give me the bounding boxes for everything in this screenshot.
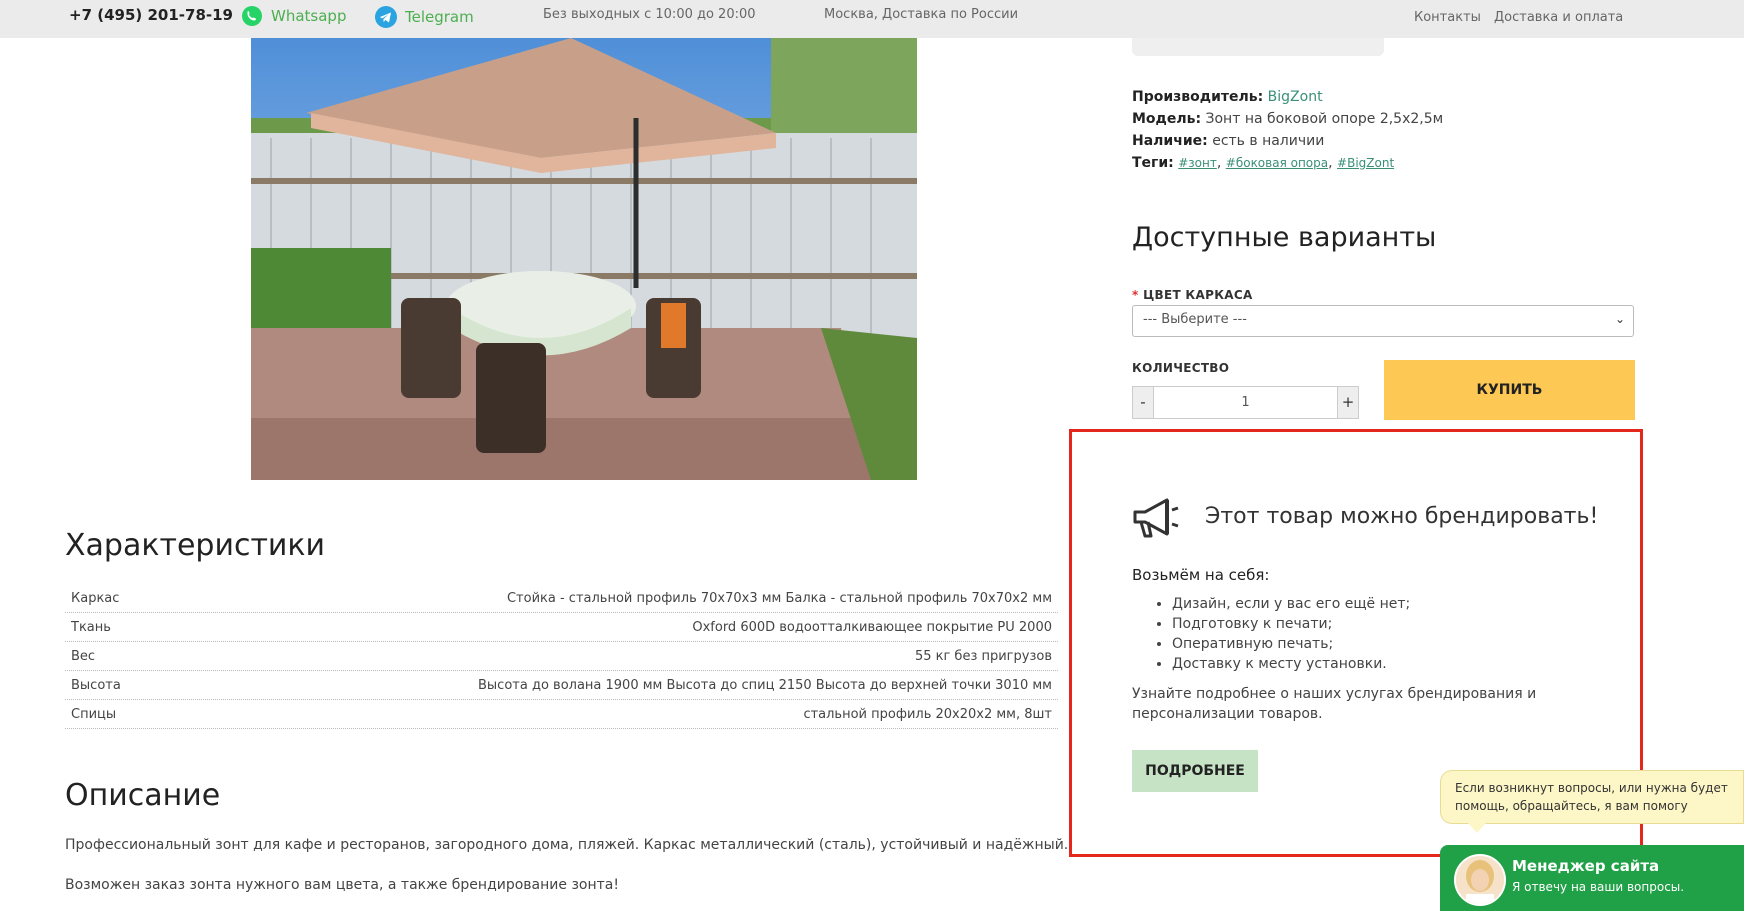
list-item: Доставку к месту установки. <box>1172 654 1410 674</box>
avatar <box>1454 854 1506 906</box>
frame-color-label-text: ЦВЕТ КАРКАСА <box>1143 288 1253 302</box>
megaphone-icon <box>1133 498 1179 538</box>
spec-name: Каркас <box>71 590 120 606</box>
top-bar: +7 (495) 201-78-19 Whatsapp Telegram Без… <box>0 0 1744 38</box>
whatsapp-link[interactable]: Whatsapp <box>240 4 346 28</box>
price-card-bottom <box>1132 38 1384 56</box>
branding-text: Узнайте подробнее о наших услугах бренди… <box>1132 686 1537 722</box>
tag-link[interactable]: #зонт <box>1178 156 1217 170</box>
more-button[interactable]: ПОДРОБНЕЕ <box>1132 750 1258 792</box>
required-mark: * <box>1132 288 1139 302</box>
telegram-icon <box>375 6 397 28</box>
quantity-input[interactable]: 1 <box>1153 387 1338 418</box>
chat-bubble-tail <box>1468 823 1486 833</box>
availability-value: есть в наличии <box>1212 133 1325 149</box>
telegram-link[interactable]: Telegram <box>374 5 474 29</box>
chat-subtitle: Я отвечу на ваши вопросы. <box>1512 880 1685 894</box>
working-hours: Без выходных с 10:00 до 20:00 <box>543 7 756 22</box>
table-row: Высота Высота до волана 1900 мм Высота д… <box>65 671 1058 700</box>
frame-color-label: * ЦВЕТ КАРКАСА <box>1132 288 1253 302</box>
model-label: Модель: <box>1132 111 1202 127</box>
table-row: Ткань Oxford 600D водоотталкивающее покр… <box>65 613 1058 642</box>
spec-name: Вес <box>71 648 96 664</box>
chevron-down-icon: ⌄ <box>1614 312 1625 326</box>
variants-title: Доступные варианты <box>1132 222 1437 253</box>
tag-link[interactable]: #BigZont <box>1337 156 1394 170</box>
description-title: Описание <box>65 778 221 813</box>
delivery-link[interactable]: Доставка и оплата <box>1494 10 1623 25</box>
manufacturer-row: Производитель: BigZont <box>1132 89 1323 105</box>
quantity-label: КОЛИЧЕСТВО <box>1132 361 1230 375</box>
umbrella-scene-image <box>251 38 917 480</box>
spec-value: стальной профиль 20х20х2 мм, 8шт <box>803 706 1052 722</box>
availability-row: Наличие: есть в наличии <box>1132 133 1324 149</box>
spec-name: Спицы <box>71 706 117 722</box>
tags-row: Теги: #зонт, #боковая опора, #BigZont <box>1132 155 1395 171</box>
product-photo[interactable] <box>251 38 917 480</box>
whatsapp-label: Whatsapp <box>271 7 347 25</box>
branding-list: Дизайн, если у вас его ещё нет; Подготов… <box>1152 594 1410 674</box>
telegram-label: Telegram <box>405 8 474 26</box>
table-row: Спицы стальной профиль 20х20х2 мм, 8шт <box>65 700 1058 729</box>
delivery-city: Москва, Доставка по России <box>824 7 1019 22</box>
branding-take-label: Возьмём на себя: <box>1132 566 1270 584</box>
manufacturer-label: Производитель: <box>1132 89 1264 105</box>
quantity-plus-button[interactable]: + <box>1338 387 1358 418</box>
model-row: Модель: Зонт на боковой опоре 2,5х2,5м <box>1132 111 1443 127</box>
branding-title: Этот товар можно брендировать! <box>1205 504 1599 529</box>
spec-value: 55 кг без пригрузов <box>914 648 1052 664</box>
whatsapp-icon <box>242 6 262 26</box>
spec-name: Высота <box>71 677 121 693</box>
list-item: Дизайн, если у вас его ещё нет; <box>1172 594 1410 614</box>
list-item: Подготовку к печати; <box>1172 614 1410 634</box>
spec-name: Ткань <box>71 619 111 635</box>
table-row: Вес 55 кг без пригрузов <box>65 642 1058 671</box>
frame-color-select[interactable]: --- Выберите --- ⌄ <box>1132 305 1634 337</box>
list-item: Оперативную печать; <box>1172 634 1410 654</box>
specs-title: Характеристики <box>65 528 326 563</box>
quantity-stepper: - 1 + <box>1132 386 1359 419</box>
phone-number[interactable]: +7 (495) 201-78-19 <box>69 6 233 24</box>
model-value: Зонт на боковой опоре 2,5х2,5м <box>1205 111 1444 127</box>
frame-color-selected: --- Выберите --- <box>1143 312 1247 327</box>
contacts-link[interactable]: Контакты <box>1414 10 1481 25</box>
spec-value: Стойка - стальной профиль 70х70х3 мм Бал… <box>506 590 1052 606</box>
spec-value: Высота до волана 1900 мм Высота до спиц … <box>478 677 1052 693</box>
buy-button[interactable]: КУПИТЬ <box>1384 360 1635 420</box>
description-paragraph: Возможен заказ зонта нужного вам цвета, … <box>65 877 619 893</box>
chat-manager-name: Менеджер сайта <box>1512 857 1660 875</box>
description-paragraph: Профессиональный зонт для кафе и рестора… <box>65 837 1069 853</box>
availability-label: Наличие: <box>1132 133 1208 149</box>
table-row: Каркас Стойка - стальной профиль 70х70х3… <box>65 584 1058 613</box>
tags-label: Теги: <box>1132 155 1174 171</box>
chat-bubble[interactable]: Если возникнут вопросы, или нужна будет … <box>1440 770 1744 824</box>
manufacturer-link[interactable]: BigZont <box>1268 89 1323 105</box>
tag-link[interactable]: #боковая опора <box>1226 156 1328 170</box>
chat-widget[interactable]: Менеджер сайта Я отвечу на ваши вопросы. <box>1440 845 1744 911</box>
spec-value: Oxford 600D водоотталкивающее покрытие P… <box>692 619 1052 635</box>
quantity-minus-button[interactable]: - <box>1133 387 1153 418</box>
specs-table: Каркас Стойка - стальной профиль 70х70х3… <box>65 584 1058 729</box>
